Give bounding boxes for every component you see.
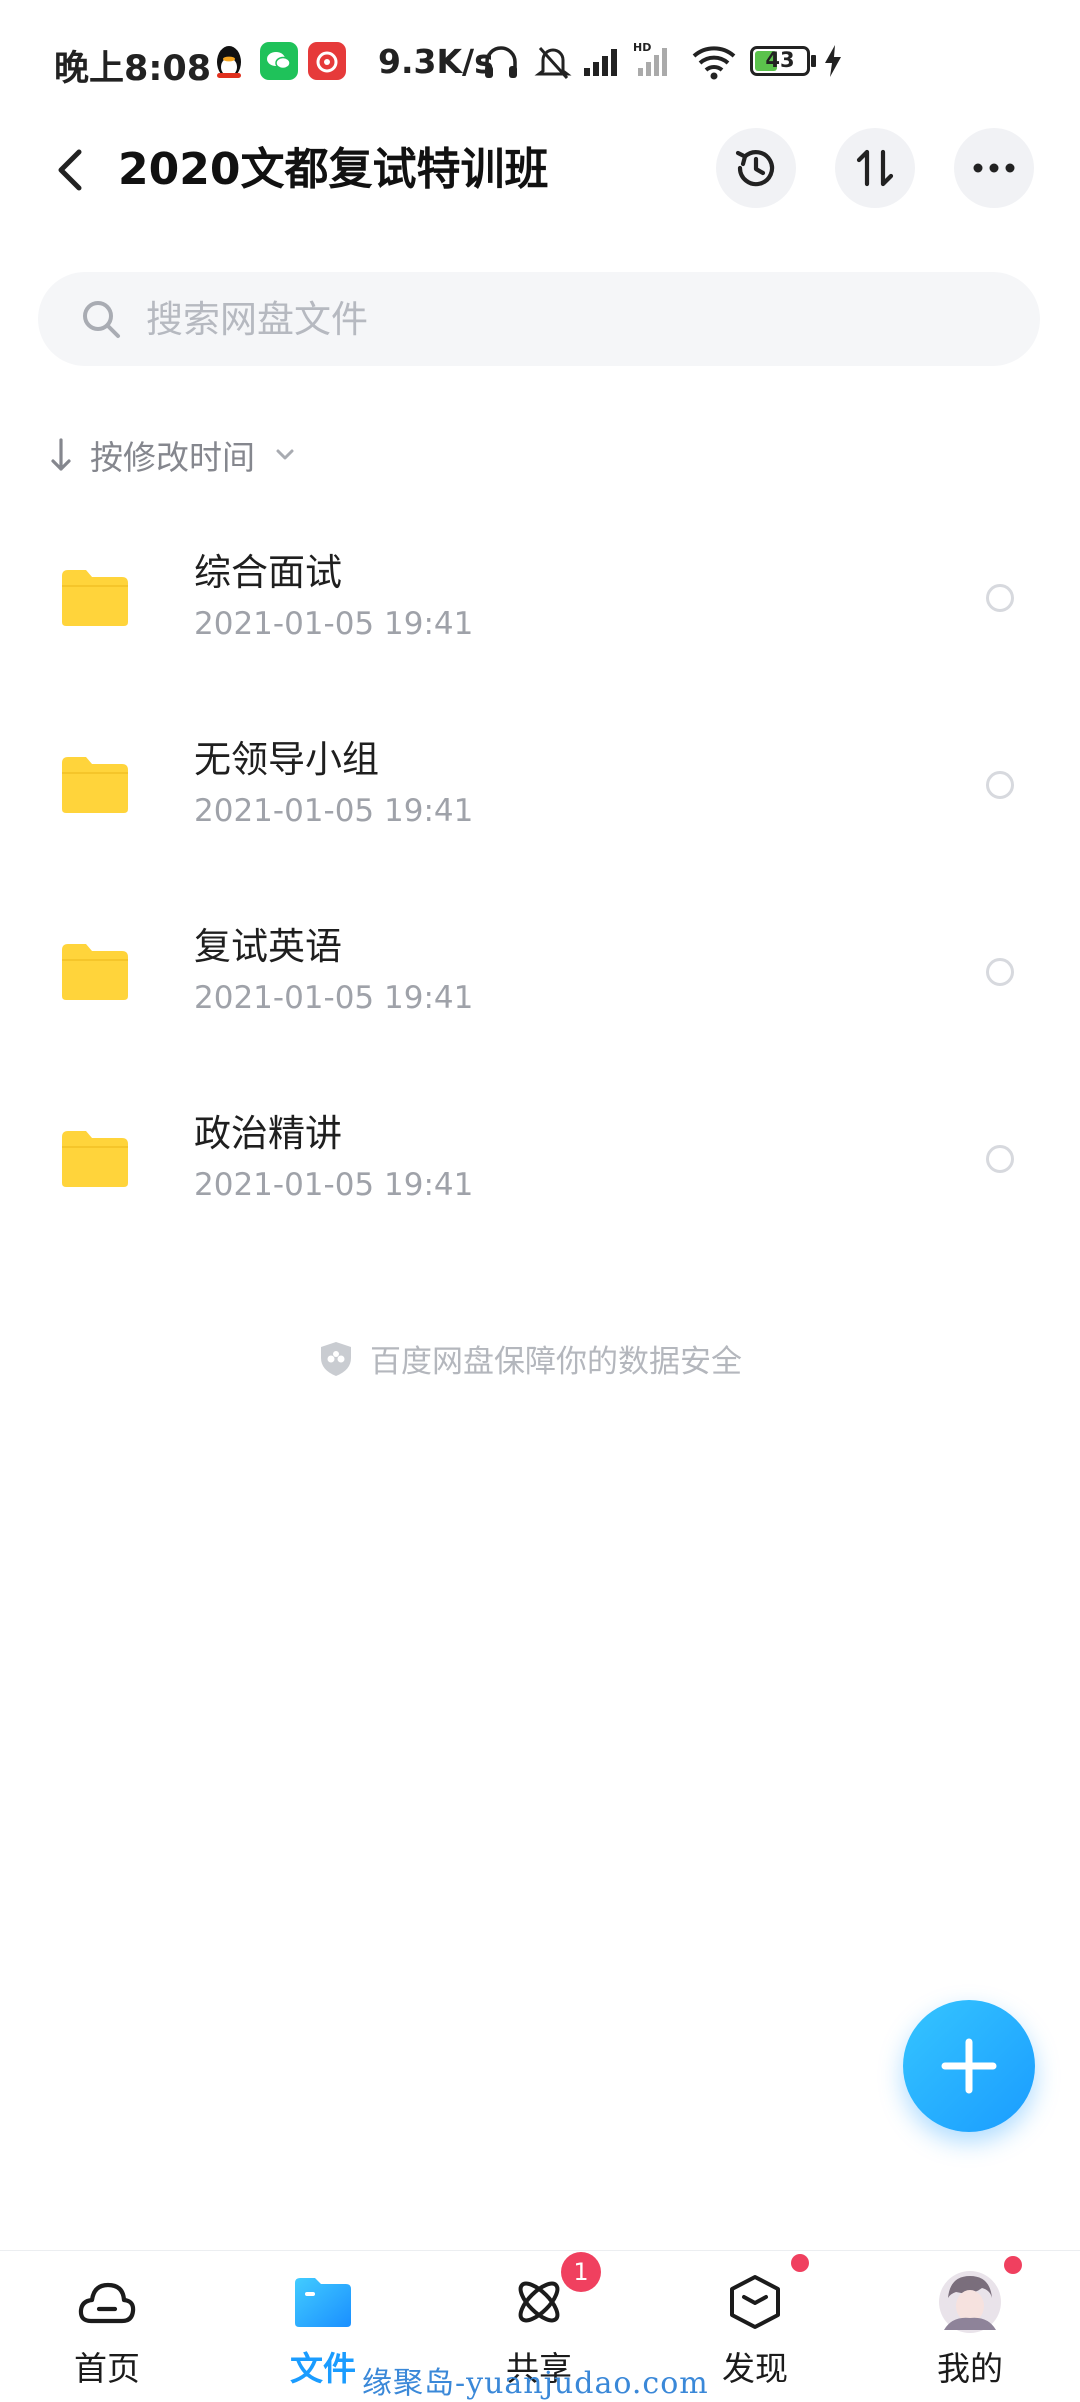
wechat-icon (260, 42, 298, 80)
file-name: 综合面试 (194, 551, 342, 594)
bell-off-icon (534, 46, 572, 80)
search-icon (83, 301, 120, 338)
avatar (939, 2271, 1001, 2333)
status-bar: 晚上8:08 9.3K/s HD 43 (0, 0, 1080, 110)
select-checkbox[interactable] (986, 1145, 1014, 1173)
svg-text:HD: HD (633, 41, 651, 54)
search-input[interactable] (146, 296, 746, 342)
plus-icon (941, 2038, 997, 2094)
status-time: 晚上8:08 (54, 49, 212, 89)
list-item[interactable]: 综合面试 2021-01-05 19:41 (0, 500, 1080, 686)
atom-icon (518, 2281, 560, 2323)
file-date: 2021-01-05 19:41 (194, 606, 474, 642)
select-checkbox[interactable] (986, 958, 1014, 986)
back-button[interactable] (40, 140, 100, 200)
me-dot (1004, 2256, 1022, 2274)
folder-icon (62, 1131, 128, 1187)
select-checkbox[interactable] (986, 771, 1014, 799)
battery-tip (811, 55, 816, 67)
chevron-left-icon (58, 149, 82, 191)
signal-icon (584, 49, 617, 76)
folder-icon (62, 944, 128, 1000)
nav-me[interactable]: 我的 (890, 2256, 1050, 2390)
chevron-down-icon (276, 449, 294, 460)
add-button[interactable] (903, 2000, 1035, 2132)
cloud-icon (78, 2282, 136, 2324)
file-date: 2021-01-05 19:41 (194, 980, 474, 1016)
transfer-icon (856, 149, 894, 187)
file-date: 2021-01-05 19:41 (194, 1167, 474, 1203)
file-name: 政治精讲 (194, 1112, 342, 1155)
shield-icon (321, 1341, 351, 1376)
folder-active-icon (295, 2278, 351, 2327)
discover-dot (791, 2254, 809, 2272)
folder-icon (62, 570, 128, 626)
share-badge: 1 (561, 2252, 601, 2292)
cube-icon (730, 2275, 780, 2329)
nav-files-label: 文件 (290, 2349, 356, 2388)
netease-music-icon (308, 42, 346, 80)
wifi-icon (692, 46, 736, 80)
network-speed: 9.3K/s (378, 42, 494, 81)
list-item[interactable]: 无领导小组 2021-01-05 19:41 (0, 687, 1080, 873)
nav-me-label: 我的 (937, 2349, 1003, 2388)
list-item[interactable]: 政治精讲 2021-01-05 19:41 (0, 1061, 1080, 1247)
select-checkbox[interactable] (986, 584, 1014, 612)
charging-icon (825, 45, 841, 77)
more-icon (973, 163, 1015, 173)
nav-home[interactable]: 首页 (27, 2270, 187, 2390)
security-note: 百度网盘保障你的数据安全 (318, 1336, 742, 1381)
nav-discover-label: 发现 (722, 2349, 788, 2388)
battery-icon: 43 (750, 46, 810, 76)
nav-home-label: 首页 (74, 2349, 140, 2388)
list-item[interactable]: 复试英语 2021-01-05 19:41 (0, 874, 1080, 1060)
battery-level: 43 (765, 48, 795, 72)
page-title: 2020文都复试特训班 (118, 144, 549, 195)
more-button[interactable] (954, 128, 1034, 208)
watermark: 缘聚岛-yuanjudao.com (362, 2366, 709, 2401)
file-name: 复试英语 (194, 925, 342, 968)
history-button[interactable] (716, 128, 796, 208)
folder-icon (62, 757, 128, 813)
sort-label: 按修改时间 (90, 438, 255, 477)
hd-signal-icon: HD (633, 41, 667, 76)
security-note-text: 百度网盘保障你的数据安全 (370, 1344, 742, 1380)
qq-icon (217, 46, 241, 78)
arrow-down-icon (51, 438, 71, 471)
headphones-icon (485, 46, 517, 78)
transfer-button[interactable] (835, 128, 915, 208)
file-name: 无领导小组 (194, 738, 379, 781)
history-icon (735, 150, 775, 187)
sort-selector[interactable]: 按修改时间 (50, 430, 295, 480)
file-date: 2021-01-05 19:41 (194, 793, 474, 829)
